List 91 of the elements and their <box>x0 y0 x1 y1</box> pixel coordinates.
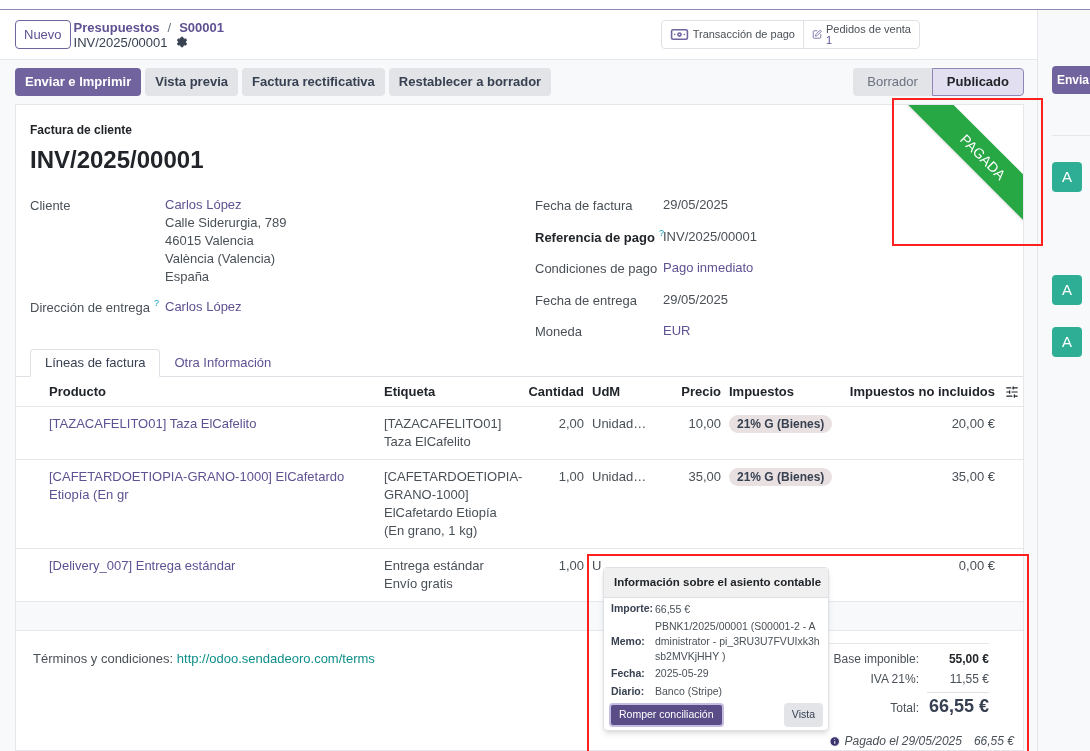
send-button[interactable]: Envia <box>1052 66 1090 94</box>
address-line: València (Valencia) <box>165 250 277 268</box>
field-label: Fecha de factura <box>535 197 633 215</box>
action-button[interactable]: Enviar e Imprimir <box>15 68 142 96</box>
field-value: 29/05/2025 <box>663 196 729 214</box>
action-button[interactable]: Factura rectificativa <box>242 68 385 96</box>
document-type: Factura de cliente <box>30 122 133 139</box>
product-link[interactable]: [Delivery_007] Entrega estándar <box>49 556 378 575</box>
popover-button[interactable]: Vista <box>783 702 823 727</box>
tab[interactable]: Otra Información <box>160 349 286 377</box>
tax-tag: 21% G (Bienes) <box>729 467 833 486</box>
new-button[interactable]: Nuevo <box>15 20 71 49</box>
popover-label: Fecha: <box>611 666 646 681</box>
uom-cell-text: Unidad… <box>591 467 648 486</box>
action-button[interactable]: Vista previa <box>145 68 238 96</box>
field-label: Cliente <box>30 197 71 215</box>
tax-tag: 21% G (Bienes) <box>729 414 833 433</box>
line-label: GRANO-1000] <box>384 485 469 504</box>
price-cell-text: 10,00 <box>687 414 721 433</box>
column-header[interactable]: Producto <box>49 381 384 402</box>
action-button[interactable]: Restablecer a borrador <box>388 68 552 96</box>
column-header[interactable]: Impuestos <box>721 381 841 402</box>
line-label: Entrega estándar <box>384 556 484 575</box>
smart-button[interactable]: Pedidos de venta 1 <box>803 21 919 48</box>
field-link[interactable]: Carlos López <box>165 298 242 316</box>
line-label: [CAFETARDOETIOPIA- <box>384 467 523 486</box>
quantity-cell-text: 1,00 <box>557 556 584 575</box>
popover-title: Información sobre el asiento contable <box>604 568 828 599</box>
column-header[interactable]: Cantidad <box>526 381 584 402</box>
settings-icon[interactable] <box>175 36 188 48</box>
field-label: Referencia de pago <box>535 228 655 247</box>
status-step[interactable]: Publicado <box>931 68 1024 96</box>
subtotal-cell-text: 0,00 € <box>957 556 995 575</box>
address-line: Calle Siderurgia, 789 <box>165 214 287 232</box>
product-link[interactable]: [CAFETARDOETIOPIA-GRANO-1000] ElCafetardo Etiopía (En gr <box>49 467 378 504</box>
column-header[interactable]: Precio <box>662 381 721 402</box>
status-step[interactable]: Borrador <box>853 68 932 96</box>
breadcrumb-separator: / <box>167 19 172 35</box>
payment-text: Pagado el 29/05/2025 <box>844 733 962 750</box>
totals-label: IVA 21%: <box>870 671 919 688</box>
address-line: España <box>165 268 211 286</box>
field-value: 29/05/2025 <box>663 290 729 309</box>
totals-value: 11,55 € <box>948 671 989 688</box>
uom-cell-text: U <box>591 556 603 575</box>
column-header[interactable]: UdM <box>584 381 662 402</box>
invoice-number: INV/2025/00001 <box>30 145 204 175</box>
sliders-icon[interactable] <box>1005 384 1019 399</box>
breadcrumb-link[interactable]: Presupuestos <box>73 19 160 35</box>
field-link[interactable]: Carlos López <box>165 196 287 214</box>
popover-value: 2025-05-29 <box>655 666 709 682</box>
popover-label: Importe: <box>611 601 654 617</box>
line-label: (En grano, 1 kg) <box>384 521 478 540</box>
field-label: Dirección de entrega <box>30 299 150 317</box>
price-cell-text: 35,00 <box>687 467 721 486</box>
quantity-cell-text: 1,00 <box>557 467 584 486</box>
line-label: ElCafetardo Etiopía <box>384 503 497 522</box>
smart-button[interactable]: Transacción de pago <box>661 21 803 48</box>
column-header[interactable]: Etiqueta <box>384 381 526 402</box>
record-name: INV/2025/00001 <box>73 34 168 50</box>
popover-button[interactable]: Romper conciliación <box>609 702 724 727</box>
terms-text: Términos y condiciones: <box>33 651 175 666</box>
field-label: Fecha de entrega <box>535 291 637 310</box>
uom-cell-text: Unidad… <box>591 414 648 433</box>
breadcrumb-link[interactable]: S00001 <box>179 19 224 35</box>
totals-label: Total: <box>890 700 919 717</box>
popover-label: Memo: <box>611 633 646 649</box>
totals-value: 55,00 € <box>947 651 989 668</box>
info-icon[interactable] <box>829 734 841 748</box>
tab[interactable]: Líneas de factura <box>30 349 161 378</box>
field-label: Moneda <box>535 323 582 341</box>
field-label: Condiciones de pago <box>535 260 658 278</box>
subtotal-cell-text: 35,00 € <box>950 467 995 486</box>
popover-value: 66,55 € <box>655 601 691 617</box>
product-link[interactable]: [TAZACAFELITO01] Taza ElCafelito <box>49 414 378 433</box>
popover-value: Banco (Stripe) <box>655 684 723 700</box>
subtotal-cell-text: 20,00 € <box>950 414 995 433</box>
address-line: 46015 Valencia <box>165 232 255 250</box>
field-value: INV/2025/00001 <box>663 227 757 246</box>
line-label: [TAZACAFELITO01] <box>384 414 502 433</box>
totals-value: 66,55 € <box>927 692 989 720</box>
payment-amount: 66,55 € <box>973 733 1014 750</box>
popover-label: Diario: <box>611 683 646 699</box>
column-header[interactable]: Impuestos no incluidos <box>841 381 995 402</box>
terms-link[interactable]: http://odoo.sendadeoro.com/terms <box>176 651 375 666</box>
quantity-cell-text: 2,00 <box>557 414 584 433</box>
totals-label: Base imponible: <box>833 651 919 668</box>
field-link[interactable]: Pago inmediato <box>663 259 754 277</box>
line-label: Taza ElCafelito <box>384 432 471 451</box>
popover-value: PBNK1/2025/00001 (S00001-2 - Administrator - pi_3RU3U7FVUIxk3hsb2MVKjHHY ) <box>655 619 821 664</box>
field-link[interactable]: EUR <box>663 322 691 340</box>
line-label: Envío gratis <box>384 574 453 593</box>
